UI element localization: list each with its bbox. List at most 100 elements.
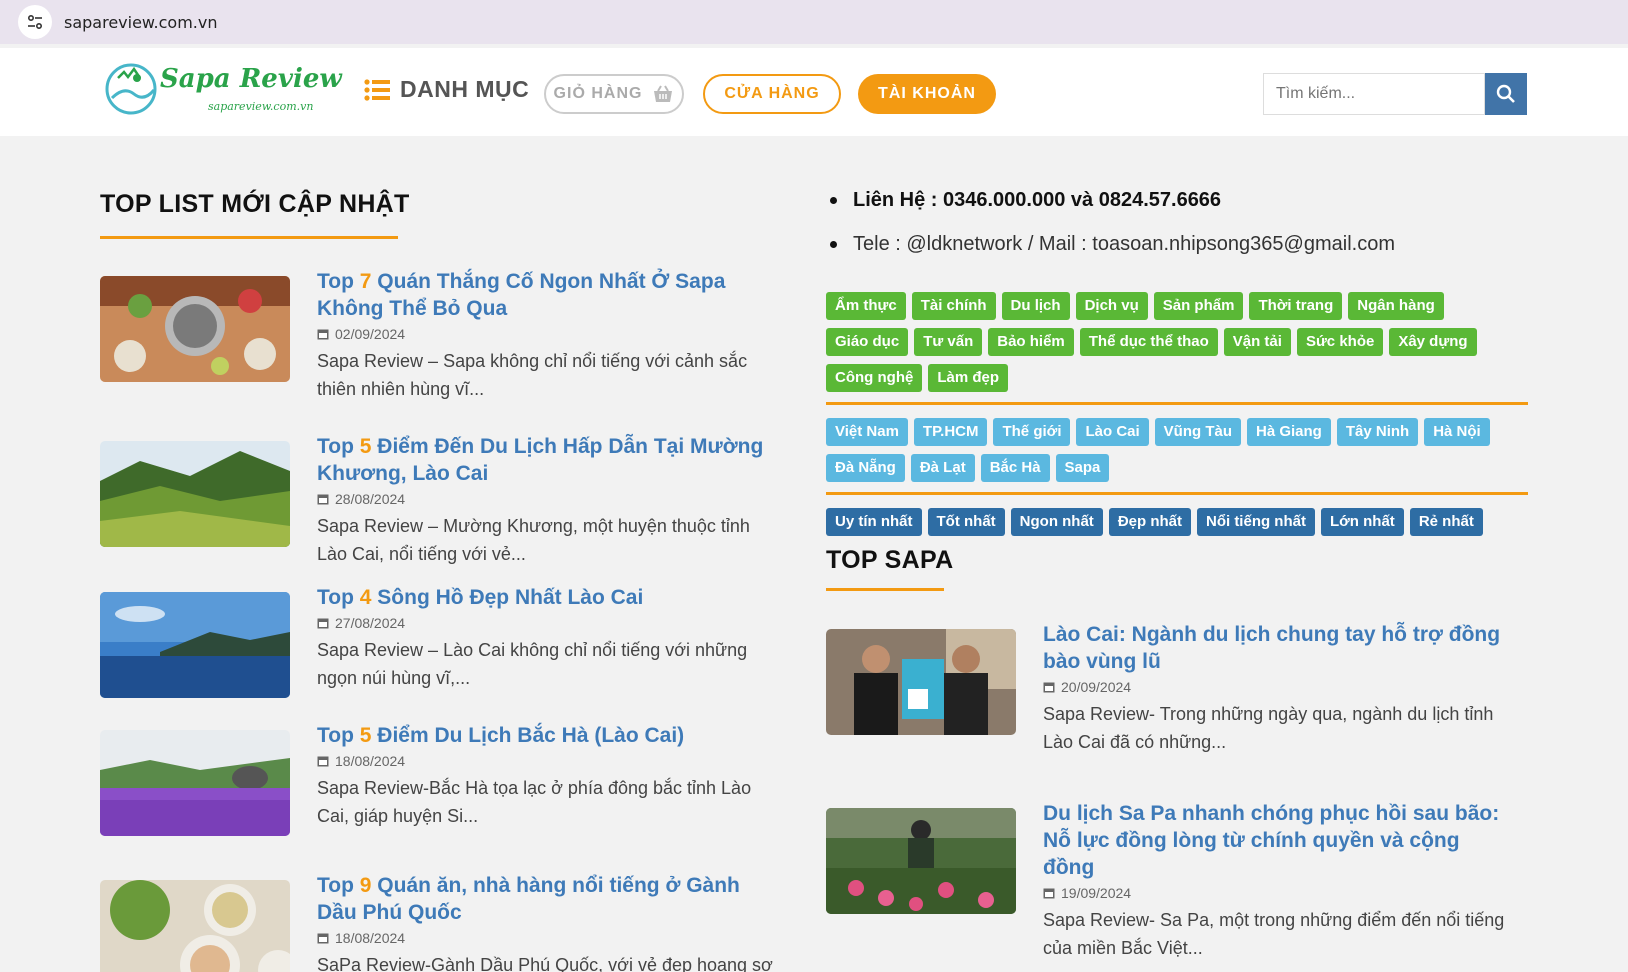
tag-link[interactable]: Đà Lạt (910, 454, 975, 482)
tag-link[interactable]: Uy tín nhất (826, 508, 922, 536)
category-menu-label: DANH MỤC (400, 76, 530, 102)
contact-tele-mail: Tele : @ldknetwork / Mail : toasoan.nhip… (830, 232, 1395, 256)
tags-divider (826, 492, 1528, 495)
post-excerpt: Sapa Review – Lào Cai không chỉ nổi tiến… (317, 640, 748, 688)
tag-link[interactable]: Tài chính (911, 292, 996, 320)
post-excerpt: Sapa Review- Sa Pa, một trong những điểm… (1043, 910, 1505, 958)
category-menu-button[interactable]: DANH MỤC (364, 76, 529, 103)
account-button[interactable]: TÀI KHOẢN (858, 74, 996, 114)
tag-link[interactable]: Tốt nhất (927, 508, 1005, 536)
tag-link[interactable]: Sức khỏe (1296, 328, 1384, 356)
post-body: Top 5 Điểm Đến Du Lịch Hấp Dẫn Tại Mường… (317, 433, 780, 568)
calendar-icon (1043, 682, 1055, 693)
tag-link[interactable]: Việt Nam (826, 418, 908, 446)
post-body: Top 7 Quán Thắng Cố Ngon Nhất Ở Sapa Khô… (317, 268, 780, 403)
tag-link[interactable]: Nổi tiếng nhất (1196, 508, 1315, 536)
tag-link[interactable]: Hà Giang (1247, 418, 1331, 446)
post-title[interactable]: Top 7 Quán Thắng Cố Ngon Nhất Ở Sapa Khô… (317, 268, 780, 322)
post-thumbnail[interactable] (100, 880, 290, 972)
bullet-icon (830, 240, 837, 248)
post-date: 19/09/2024 (1043, 885, 1506, 901)
tag-link[interactable]: Dịch vụ (1075, 292, 1148, 320)
post-title[interactable]: Du lịch Sa Pa nhanh chóng phục hồi sau b… (1043, 800, 1506, 881)
post-excerpt: Sapa Review-Bắc Hà tọa lạc ở phía đông b… (317, 778, 752, 826)
site-header: Sapa Review sapareview.com.vn DANH MỤC G… (0, 48, 1628, 136)
post-title[interactable]: Top 4 Sông Hồ Đẹp Nhất Lào Cai (317, 584, 780, 611)
calendar-icon (317, 756, 329, 767)
post-date: 20/09/2024 (1043, 679, 1506, 695)
tag-link[interactable]: Ẩm thực (826, 292, 906, 320)
browser-address-bar: sapareview.com.vn (0, 0, 1628, 44)
post-date: 18/08/2024 (317, 930, 780, 946)
cart-button[interactable]: GIỎ HÀNG (544, 74, 684, 114)
calendar-icon (317, 494, 329, 505)
tag-link[interactable]: Sapa (1055, 454, 1110, 482)
url-text[interactable]: sapareview.com.vn (64, 13, 218, 32)
shop-button[interactable]: CỬA HÀNG (703, 74, 841, 114)
post-thumbnail[interactable] (826, 808, 1016, 914)
top-sapa-title-underline (826, 588, 944, 591)
tag-link[interactable]: TP.HCM (913, 418, 988, 446)
post-body: Top 4 Sông Hồ Đẹp Nhất Lào Cai 27/08/202… (317, 584, 780, 692)
site-logo[interactable]: Sapa Review sapareview.com.vn (104, 58, 342, 122)
post-title[interactable]: Top 5 Điểm Đến Du Lịch Hấp Dẫn Tại Mường… (317, 433, 780, 487)
search-icon (1496, 84, 1515, 103)
post-thumbnail[interactable] (100, 276, 290, 382)
tag-link[interactable]: Hà Nội (1424, 418, 1490, 446)
post-body: Top 9 Quán ăn, nhà hàng nổi tiếng ở Gành… (317, 872, 780, 972)
post-thumbnail[interactable] (100, 441, 290, 547)
post-date: 18/08/2024 (317, 753, 780, 769)
basket-icon (654, 85, 673, 102)
post-title[interactable]: Top 5 Điểm Du Lịch Bắc Hà (Lào Cai) (317, 722, 780, 749)
tag-link[interactable]: Rẻ nhất (1409, 508, 1483, 536)
post-excerpt: Sapa Review- Trong những ngày qua, ngành… (1043, 704, 1494, 752)
post-body: Top 5 Điểm Du Lịch Bắc Hà (Lào Cai) 18/0… (317, 722, 780, 830)
post-thumbnail[interactable] (100, 730, 290, 836)
site-info-icon[interactable] (18, 5, 52, 39)
tag-link[interactable]: Du lịch (1001, 292, 1070, 320)
tag-link[interactable]: Giáo dục (826, 328, 909, 356)
search-input[interactable] (1263, 73, 1485, 115)
post-body: Du lịch Sa Pa nhanh chóng phục hồi sau b… (1043, 800, 1506, 962)
calendar-icon (317, 618, 329, 629)
tag-link[interactable]: Sản phẩm (1153, 292, 1244, 320)
tag-link[interactable]: Bảo hiểm (988, 328, 1074, 356)
tag-link[interactable]: Lào Cai (1076, 418, 1149, 446)
tag-link[interactable]: Ngon nhất (1010, 508, 1103, 536)
tag-link[interactable]: Đẹp nhất (1108, 508, 1191, 536)
calendar-icon (317, 329, 329, 340)
search-bar (1263, 73, 1527, 115)
logo-subtext: sapareview.com.vn (208, 100, 314, 113)
search-button[interactable] (1485, 73, 1527, 115)
tag-link[interactable]: Thế giới (993, 418, 1071, 446)
tag-link[interactable]: Làm đẹp (928, 364, 1009, 392)
post-excerpt: Sapa Review – Sapa không chỉ nổi tiếng v… (317, 351, 748, 399)
bullet-icon (830, 196, 837, 204)
tag-link[interactable]: Công nghệ (826, 364, 923, 392)
tag-link[interactable]: Vận tải (1223, 328, 1291, 356)
post-title[interactable]: Lào Cai: Ngành du lịch chung tay hỗ trợ … (1043, 621, 1506, 675)
topic-tags: Ẩm thực Tài chính Du lịch Dịch vụ Sản phẩm Th… (826, 292, 1506, 392)
tag-link[interactable]: Thể dục thể thao (1079, 328, 1218, 356)
tag-link[interactable]: Ngân hàng (1348, 292, 1444, 320)
tag-link[interactable]: Bắc Hà (980, 454, 1050, 482)
tag-link[interactable]: Lớn nhất (1320, 508, 1404, 536)
tag-link[interactable]: Xây dựng (1389, 328, 1477, 356)
post-thumbnail[interactable] (100, 592, 290, 698)
tag-link[interactable]: Tư vấn (914, 328, 983, 356)
tag-link[interactable]: Thời trang (1249, 292, 1343, 320)
contact-phone: Liên Hệ : 0346.000.000 và 0824.57.6666 (830, 188, 1395, 212)
post-thumbnail[interactable] (826, 629, 1016, 735)
top-sapa-title: TOP SAPA (826, 546, 954, 574)
post-date: 28/08/2024 (317, 491, 780, 507)
latest-list-title-underline (100, 236, 398, 239)
tag-link[interactable]: Đà Nẵng (826, 454, 905, 482)
list-icon (364, 78, 390, 101)
logo-emblem-icon (105, 63, 157, 115)
cart-label: GIỎ HÀNG (553, 85, 643, 102)
superlative-tags: Uy tín nhất Tốt nhất Ngon nhất Đẹp nhất Nổi … (826, 508, 1506, 536)
post-title[interactable]: Top 9 Quán ăn, nhà hàng nổi tiếng ở Gành… (317, 872, 780, 926)
calendar-icon (317, 933, 329, 944)
tag-link[interactable]: Vũng Tàu (1154, 418, 1241, 446)
tag-link[interactable]: Tây Ninh (1336, 418, 1419, 446)
